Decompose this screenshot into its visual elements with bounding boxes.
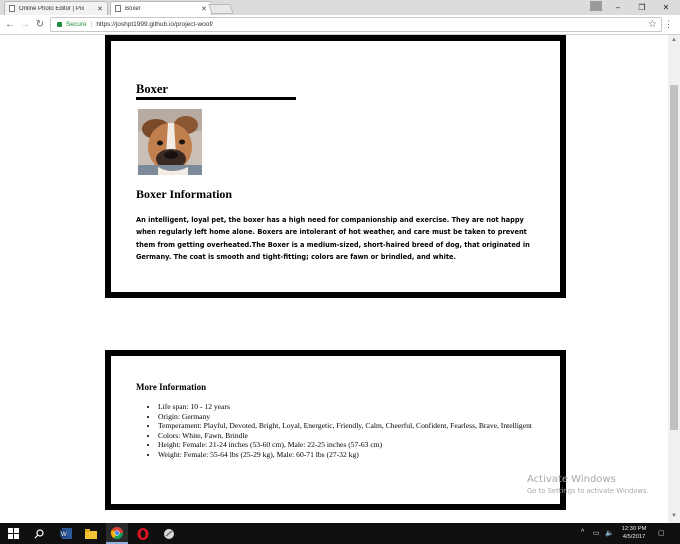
scrollbar-thumb[interactable] — [670, 85, 678, 430]
watermark-subtitle: Go to Settings to activate Windows. — [527, 487, 649, 495]
back-icon[interactable]: ← — [4, 18, 16, 31]
clock-time: 12:30 PM — [621, 526, 647, 532]
notification-icon[interactable]: ▢ — [658, 529, 665, 537]
activate-windows-watermark: Activate Windows Go to Settings to activ… — [527, 474, 649, 495]
menu-icon[interactable]: ⋮ — [664, 19, 673, 30]
info-heading: Boxer Information — [136, 187, 233, 201]
separator: | — [90, 21, 93, 28]
lock-icon — [57, 22, 62, 27]
boxer-card: Boxer Boxer Information An intelligent, … — [105, 35, 566, 298]
more-info-heading: More Information — [136, 382, 207, 392]
chrome-icon[interactable] — [106, 523, 128, 544]
new-tab-button[interactable] — [208, 4, 234, 14]
taskbar: W ^ ▭ 🔈 12:30 PM 4/5/2017 ▢ — [0, 523, 680, 544]
address-bar[interactable]: Secure | https://joshpt1999.github.io/pr… — [50, 17, 662, 32]
list-item: Height: Female: 21-24 inches (53-60 cm),… — [158, 440, 548, 450]
list-item: Origin: Germany — [158, 412, 548, 422]
clock[interactable]: 12:30 PM 4/5/2017 — [616, 525, 652, 541]
profile-icon[interactable] — [590, 1, 602, 11]
list-item: Colors: White, Fawn, Brindle — [158, 431, 548, 441]
list-item: Weight: Female: 55-64 lbs (25-29 kg), Ma… — [158, 450, 548, 460]
word-icon[interactable]: W — [55, 523, 77, 544]
info-paragraph: An intelligent, loyal pet, the boxer has… — [136, 216, 530, 262]
boxer-photo — [138, 109, 202, 175]
watermark-title: Activate Windows — [527, 474, 616, 485]
list-item: Life span: 10 - 12 years — [158, 402, 548, 412]
browser-toolbar: ← → ↻ Secure | https://joshpt1999.github… — [0, 15, 680, 35]
scroll-down-icon[interactable]: ▼ — [671, 513, 677, 519]
forward-icon[interactable]: → — [19, 18, 31, 31]
close-icon[interactable]: ✕ — [201, 5, 207, 13]
title-underline — [136, 97, 296, 100]
network-icon[interactable]: ▭ — [593, 529, 600, 537]
page-viewport: Boxer Boxer Information An intelligent, … — [0, 35, 668, 523]
restore-icon[interactable]: ❐ — [630, 0, 654, 15]
tab-photo-editor[interactable]: Online Photo Editor | Pix ✕ — [4, 1, 108, 15]
bookmark-star-icon[interactable]: ☆ — [648, 19, 657, 30]
search-icon[interactable] — [28, 523, 50, 544]
vertical-scrollbar[interactable]: ▲ ▼ — [668, 35, 680, 523]
url-text: https://joshpt1999.github.io/project-woo… — [96, 21, 214, 28]
page-icon — [9, 5, 15, 12]
minimize-icon[interactable]: – — [606, 0, 630, 15]
opera-icon[interactable] — [132, 523, 154, 544]
start-icon[interactable] — [2, 523, 24, 544]
more-info-card: More Information Life span: 10 - 12 year… — [105, 350, 566, 510]
list-item: Temperament: Playful, Devoted, Bright, L… — [158, 421, 548, 431]
clock-date: 4/5/2017 — [622, 534, 646, 540]
file-explorer-icon[interactable] — [80, 523, 102, 544]
close-icon[interactable]: ✕ — [97, 5, 103, 13]
volume-icon[interactable]: 🔈 — [605, 529, 614, 537]
app-icon[interactable] — [158, 523, 180, 544]
page-title: Boxer — [136, 82, 168, 96]
svg-text:W: W — [61, 532, 67, 538]
tab-title: Online Photo Editor | Pix — [19, 5, 85, 12]
facts-list: Life span: 10 - 12 years Origin: Germany… — [136, 402, 548, 460]
reload-icon[interactable]: ↻ — [34, 18, 46, 31]
window-close-icon[interactable]: ✕ — [654, 0, 678, 15]
tab-boxer[interactable]: Boxer ✕ — [110, 1, 212, 15]
browser-tab-strip: Online Photo Editor | Pix ✕ Boxer ✕ – ❐ … — [0, 0, 680, 15]
scroll-up-icon[interactable]: ▲ — [671, 37, 677, 43]
tray-chevron-icon[interactable]: ^ — [581, 529, 584, 536]
secure-label: Secure — [66, 21, 87, 28]
page-icon — [115, 5, 121, 12]
tab-title: Boxer — [125, 5, 141, 12]
